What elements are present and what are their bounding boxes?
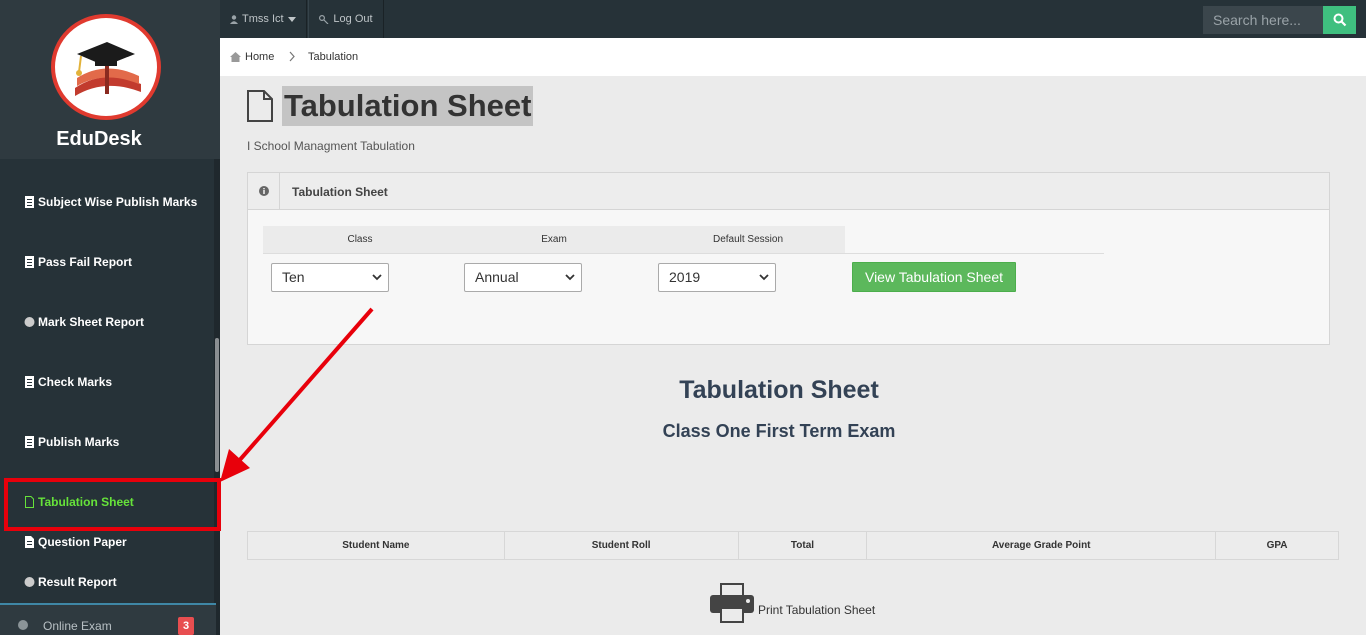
class-select[interactable]: Ten xyxy=(271,263,389,292)
user-name: Tmss Ict xyxy=(242,13,284,25)
sidebar-item-question-paper[interactable]: Question Paper xyxy=(24,535,127,549)
user-menu-dropdown[interactable]: Tmss Ict xyxy=(220,0,307,38)
class-column-header: Class xyxy=(263,226,457,253)
session-column-header: Default Session xyxy=(651,226,845,253)
divider xyxy=(263,253,1104,254)
panel-title: Tabulation Sheet xyxy=(292,185,388,199)
chevron-down-icon xyxy=(759,274,769,281)
highlight-box xyxy=(4,478,221,531)
tabulation-filter-panel: Tabulation Sheet Class Exam Default Sess… xyxy=(247,172,1330,345)
exam-column-header: Exam xyxy=(457,226,651,253)
sidebar-scrollbar-thumb[interactable] xyxy=(215,338,219,472)
sidebar-item-label: Publish Marks xyxy=(38,435,120,449)
document-icon xyxy=(25,436,34,448)
sidebar-item-check-marks[interactable]: Check Marks xyxy=(24,375,112,389)
exam-select[interactable]: Annual xyxy=(464,263,582,292)
logout-label: Log Out xyxy=(333,13,373,25)
table-header-row: Student Name Student Roll Total Average … xyxy=(247,531,1339,560)
result-title: Tabulation Sheet xyxy=(679,376,879,404)
circle-icon xyxy=(24,577,35,587)
sidebar-item-label: Mark Sheet Report xyxy=(38,315,145,329)
document-icon xyxy=(25,196,34,208)
session-select[interactable]: 2019 xyxy=(658,263,776,292)
online-exam-count-badge: 3 xyxy=(178,617,194,635)
circle-icon xyxy=(24,317,35,327)
breadcrumb-home-link[interactable]: Home xyxy=(245,51,274,63)
brand-name: EduDesk xyxy=(56,128,142,150)
panel-header: Tabulation Sheet xyxy=(248,173,1329,210)
exam-select-value: Annual xyxy=(475,269,519,285)
column-header-gpa: GPA xyxy=(1215,531,1339,560)
page-title: Tabulation Sheet xyxy=(282,86,534,126)
file-outline-icon xyxy=(247,90,273,122)
breadcrumb: Home Tabulation xyxy=(220,38,1366,76)
page-subtitle: I School Managment Tabulation xyxy=(247,139,415,153)
sidebar-item-result-report[interactable]: Result Report xyxy=(24,575,117,589)
sidebar-item-pass-fail-report[interactable]: Pass Fail Report xyxy=(24,255,132,269)
view-tabulation-sheet-button[interactable]: View Tabulation Sheet xyxy=(852,262,1016,292)
column-header-total: Total xyxy=(737,531,868,560)
user-icon xyxy=(230,14,238,24)
document-icon xyxy=(25,256,34,268)
sidebar: EduDesk Subject Wise Publish Marks Pass … xyxy=(0,0,220,635)
document-icon xyxy=(25,376,34,388)
sidebar-item-subject-wise-publish-marks[interactable]: Subject Wise Publish Marks xyxy=(24,195,197,209)
sidebar-item-mark-sheet-report[interactable]: Mark Sheet Report xyxy=(24,315,144,329)
sidebar-item-label: Question Paper xyxy=(38,535,127,549)
info-icon xyxy=(18,620,28,630)
file-text-icon xyxy=(25,536,34,548)
search-input[interactable] xyxy=(1203,6,1323,34)
column-header-student-roll: Student Roll xyxy=(503,531,739,560)
key-icon xyxy=(319,14,329,24)
result-subtitle: Class One First Term Exam xyxy=(662,421,896,441)
column-header-student-name: Student Name xyxy=(247,531,505,560)
sidebar-item-publish-marks[interactable]: Publish Marks xyxy=(24,435,119,449)
breadcrumb-current: Tabulation xyxy=(308,51,359,63)
caret-down-icon xyxy=(287,16,296,22)
tabulation-table: Student Name Student Roll Total Average … xyxy=(247,531,1339,560)
chevron-right-icon xyxy=(289,51,295,62)
info-icon xyxy=(248,173,280,209)
sidebar-item-label: Result Report xyxy=(38,575,117,589)
search-button[interactable] xyxy=(1323,6,1356,34)
session-select-value: 2019 xyxy=(669,269,701,285)
search-icon xyxy=(1333,13,1346,27)
chevron-down-icon xyxy=(565,274,575,281)
top-navbar: Tmss Ict Log Out xyxy=(220,0,1366,38)
print-label: Print Tabulation Sheet xyxy=(758,603,876,617)
print-tabulation-sheet-button[interactable]: Print Tabulation Sheet xyxy=(710,583,875,623)
logout-button[interactable]: Log Out xyxy=(308,0,384,38)
school-logo[interactable] xyxy=(51,14,161,120)
sidebar-item-label: Check Marks xyxy=(38,375,113,389)
printer-icon xyxy=(710,583,754,623)
sidebar-item-label: Subject Wise Publish Marks xyxy=(38,195,198,209)
column-header-average-grade-point: Average Grade Point xyxy=(866,531,1217,560)
class-select-value: Ten xyxy=(282,269,305,285)
brand-area: EduDesk xyxy=(0,0,220,159)
chevron-down-icon xyxy=(372,274,382,281)
online-exam-label: Online Exam xyxy=(43,619,112,633)
home-icon xyxy=(230,52,241,62)
sidebar-item-online-exam[interactable]: Online Exam 3 xyxy=(0,603,216,635)
sidebar-item-label: Pass Fail Report xyxy=(38,255,133,269)
